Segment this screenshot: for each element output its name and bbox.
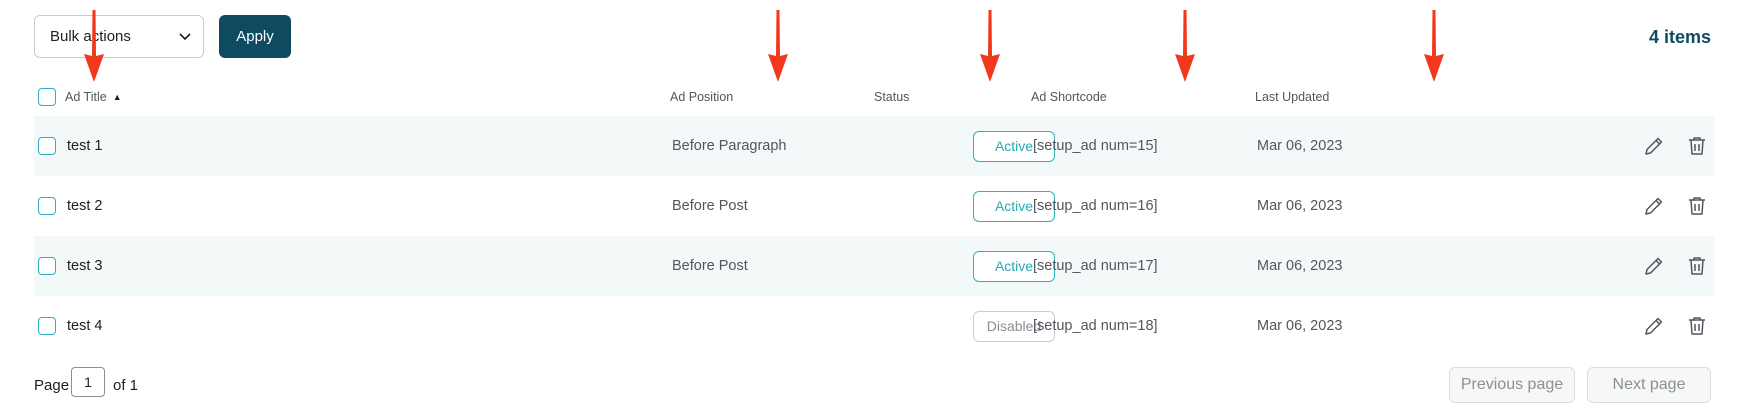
ad-shortcode: [setup_ad num=15] — [1033, 138, 1158, 154]
last-updated: Mar 06, 2023 — [1257, 258, 1343, 274]
red-arrow-icon — [768, 10, 788, 82]
row-checkbox[interactable] — [38, 257, 56, 275]
pencil-icon[interactable] — [1642, 194, 1666, 218]
trash-icon[interactable] — [1685, 194, 1709, 218]
ad-shortcode: [setup_ad num=18] — [1033, 318, 1158, 334]
row-checkbox[interactable] — [38, 197, 56, 215]
red-arrow-icon — [980, 10, 1000, 82]
column-header-last-updated: Last Updated — [1255, 90, 1330, 104]
last-updated: Mar 06, 2023 — [1257, 138, 1343, 154]
column-header-ad-shortcode: Ad Shortcode — [1031, 90, 1107, 104]
trash-icon[interactable] — [1685, 134, 1709, 158]
pagination: Page 1 of 1 Previous page Next page — [34, 367, 1711, 403]
next-page-button[interactable]: Next page — [1587, 367, 1711, 403]
ad-title[interactable]: test 2 — [67, 176, 102, 236]
ad-shortcode: [setup_ad num=17] — [1033, 258, 1158, 274]
page-number-input[interactable]: 1 — [71, 367, 105, 397]
ad-position: Before Post — [672, 258, 748, 274]
row-checkbox[interactable] — [38, 137, 56, 155]
table-row: test 4 Disabled [setup_ad num=18] Mar 06… — [34, 296, 1714, 356]
last-updated: Mar 06, 2023 — [1257, 318, 1343, 334]
column-header-ad-position: Ad Position — [670, 90, 734, 104]
apply-button[interactable]: Apply — [219, 15, 291, 58]
column-header-status: Status — [874, 90, 910, 104]
ad-title[interactable]: test 4 — [67, 296, 102, 356]
item-count: 4 items — [1648, 27, 1711, 47]
row-checkbox[interactable] — [38, 317, 56, 335]
pencil-icon[interactable] — [1642, 134, 1666, 158]
trash-icon[interactable] — [1685, 254, 1709, 278]
pencil-icon[interactable] — [1642, 254, 1666, 278]
bulk-actions-select[interactable]: Bulk actions — [34, 15, 204, 58]
previous-page-button[interactable]: Previous page — [1449, 367, 1575, 403]
ad-shortcode: [setup_ad num=16] — [1033, 198, 1158, 214]
last-updated: Mar 06, 2023 — [1257, 198, 1343, 214]
table-header: Ad Title ▲ Ad Position Status Ad Shortcod… — [34, 84, 1714, 114]
red-arrow-icon — [1175, 10, 1195, 82]
table-row: test 2 Before Post Active [setup_ad num=… — [34, 176, 1714, 236]
table-row: test 1 Before Paragraph Active [setup_ad… — [34, 116, 1714, 176]
red-arrow-icon — [1424, 10, 1444, 82]
table-toolbar: Bulk actions Apply 4 items — [34, 15, 1711, 59]
red-arrow-icon — [84, 10, 104, 82]
select-all-checkbox[interactable] — [38, 88, 56, 106]
page-total: of 1 — [113, 377, 139, 394]
ad-title[interactable]: test 3 — [67, 236, 102, 296]
ad-position: Before Post — [672, 198, 748, 214]
ad-title[interactable]: test 1 — [67, 116, 102, 176]
ad-position: Before Paragraph — [672, 138, 787, 154]
chevron-down-icon — [179, 33, 191, 41]
pencil-icon[interactable] — [1642, 314, 1666, 338]
page-label: Page — [34, 377, 70, 394]
trash-icon[interactable] — [1685, 314, 1709, 338]
sort-asc-icon: ▲ — [112, 92, 122, 102]
column-header-ad-title[interactable]: Ad Title ▲ — [65, 90, 122, 104]
table-row: test 3 Before Post Active [setup_ad num=… — [34, 236, 1714, 296]
